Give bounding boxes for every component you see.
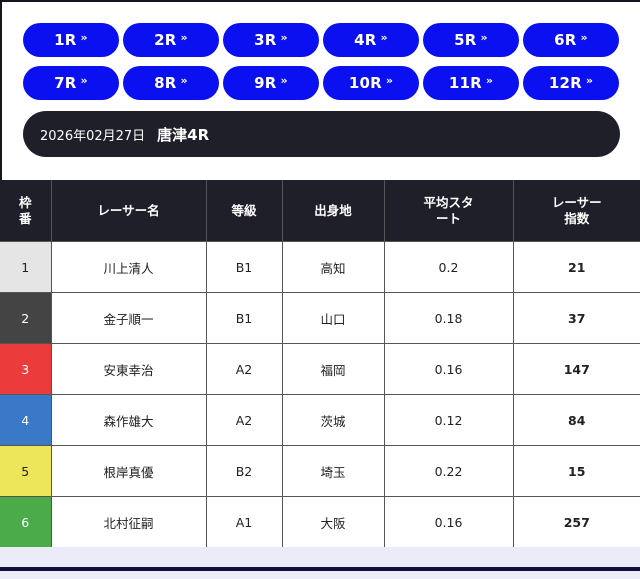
cell-grade: B2 (205, 445, 282, 497)
cell-start: 0.2 (383, 241, 513, 293)
race-button-10r[interactable]: 10R» (323, 66, 419, 100)
race-button-4r[interactable]: 4R» (323, 23, 419, 57)
double-chevron-right-icon: » (80, 30, 88, 44)
double-chevron-right-icon: » (180, 73, 188, 87)
col-name: レーサー名 (50, 180, 206, 242)
cell-grade: A2 (205, 343, 282, 395)
footer-bar (0, 547, 640, 579)
cell-index: 257 (512, 496, 640, 547)
double-chevron-right-icon: » (480, 30, 488, 44)
col-origin: 出身地 (281, 180, 384, 242)
cell-frame: 2 (0, 292, 51, 344)
cell-grade: A1 (205, 496, 282, 547)
cell-name: 森作雄大 (50, 394, 206, 446)
col-avg-start: 平均スタート (383, 180, 513, 242)
race-button-label: 10R (348, 74, 382, 92)
race-button-label: 8R (154, 74, 177, 92)
race-header: 2026年02月27日 唐津4R (23, 111, 620, 157)
cell-start: 0.16 (383, 496, 513, 547)
double-chevron-right-icon: » (280, 30, 288, 44)
double-chevron-right-icon: » (80, 73, 88, 87)
cell-index: 21 (512, 241, 640, 293)
cell-origin: 福岡 (281, 343, 384, 395)
cell-origin: 大阪 (281, 496, 384, 547)
cell-index: 147 (512, 343, 640, 395)
race-button-label: 2R (154, 31, 177, 49)
cell-index: 37 (512, 292, 640, 344)
race-button-label: 9R (254, 74, 277, 92)
cell-name: 根岸真優 (50, 445, 206, 497)
race-button-label: 7R (54, 74, 77, 92)
table-row: 6 北村征嗣 A1 大阪 0.16 257 (0, 496, 640, 547)
cell-frame: 1 (0, 241, 51, 293)
cell-name: 北村征嗣 (50, 496, 206, 547)
race-button-1r[interactable]: 1R» (23, 23, 119, 57)
cell-frame: 3 (0, 343, 51, 395)
table-row: 4 森作雄大 A2 茨城 0.12 84 (0, 394, 640, 446)
race-button-7r[interactable]: 7R» (23, 66, 119, 100)
race-button-label: 5R (454, 31, 477, 49)
cell-frame: 4 (0, 394, 51, 446)
race-button-label: 3R (254, 31, 277, 49)
racer-table: 枠番 レーサー名 等級 出身地 平均スタート レーサー指数 1 川上清人 B1 高知 0… (0, 180, 640, 547)
race-button-2r[interactable]: 2R» (123, 23, 219, 57)
cell-name: 安東幸治 (50, 343, 206, 395)
cell-frame: 5 (0, 445, 51, 497)
double-chevron-right-icon: » (280, 73, 288, 87)
race-button-label: 11R (448, 74, 482, 92)
cell-start: 0.16 (383, 343, 513, 395)
table-row: 2 金子順一 B1 山口 0.18 37 (0, 292, 640, 344)
table-row: 5 根岸真優 B2 埼玉 0.22 15 (0, 445, 640, 497)
cell-origin: 高知 (281, 241, 384, 293)
table-header-row: 枠番 レーサー名 等級 出身地 平均スタート レーサー指数 (0, 180, 640, 242)
double-chevron-right-icon: » (585, 73, 594, 87)
cell-grade: A2 (205, 394, 282, 446)
cell-start: 0.18 (383, 292, 513, 344)
double-chevron-right-icon: » (385, 73, 394, 87)
double-chevron-right-icon: » (580, 30, 588, 44)
cell-index: 84 (512, 394, 640, 446)
race-button-label: 6R (554, 31, 577, 49)
race-button-label: 1R (54, 31, 77, 49)
double-chevron-right-icon: » (380, 30, 388, 44)
cell-origin: 山口 (281, 292, 384, 344)
race-button-6r[interactable]: 6R» (523, 23, 619, 57)
race-venue: 唐津4R (157, 125, 210, 144)
race-button-5r[interactable]: 5R» (423, 23, 519, 57)
race-selector: 1R» 2R» 3R» 4R» 5R» 6R» 7R» 8R» 9R» 10R» 11R» 12R» (23, 23, 620, 100)
race-button-12r[interactable]: 12R» (523, 66, 619, 100)
col-racer-index: レーサー指数 (512, 180, 640, 242)
table-row: 1 川上清人 B1 高知 0.2 21 (0, 241, 640, 293)
cell-grade: B1 (205, 241, 282, 293)
double-chevron-right-icon: » (180, 30, 188, 44)
table-row: 3 安東幸治 A2 福岡 0.16 147 (0, 343, 640, 395)
race-button-9r[interactable]: 9R» (223, 66, 319, 100)
col-frame: 枠番 (0, 180, 51, 242)
race-button-3r[interactable]: 3R» (223, 23, 319, 57)
race-button-11r[interactable]: 11R» (423, 66, 519, 100)
footer-line (0, 567, 640, 571)
cell-name: 川上清人 (50, 241, 206, 293)
double-chevron-right-icon: » (485, 73, 494, 87)
col-grade: 等級 (205, 180, 282, 242)
race-button-label: 12R (548, 74, 582, 92)
cell-index: 15 (512, 445, 640, 497)
cell-origin: 埼玉 (281, 445, 384, 497)
top-edge (0, 0, 640, 2)
race-button-8r[interactable]: 8R» (123, 66, 219, 100)
cell-grade: B1 (205, 292, 282, 344)
race-button-label: 4R (354, 31, 377, 49)
cell-start: 0.22 (383, 445, 513, 497)
cell-origin: 茨城 (281, 394, 384, 446)
cell-frame: 6 (0, 496, 51, 547)
race-date: 2026年02月27日 (40, 128, 146, 144)
cell-name: 金子順一 (50, 292, 206, 344)
cell-start: 0.12 (383, 394, 513, 446)
